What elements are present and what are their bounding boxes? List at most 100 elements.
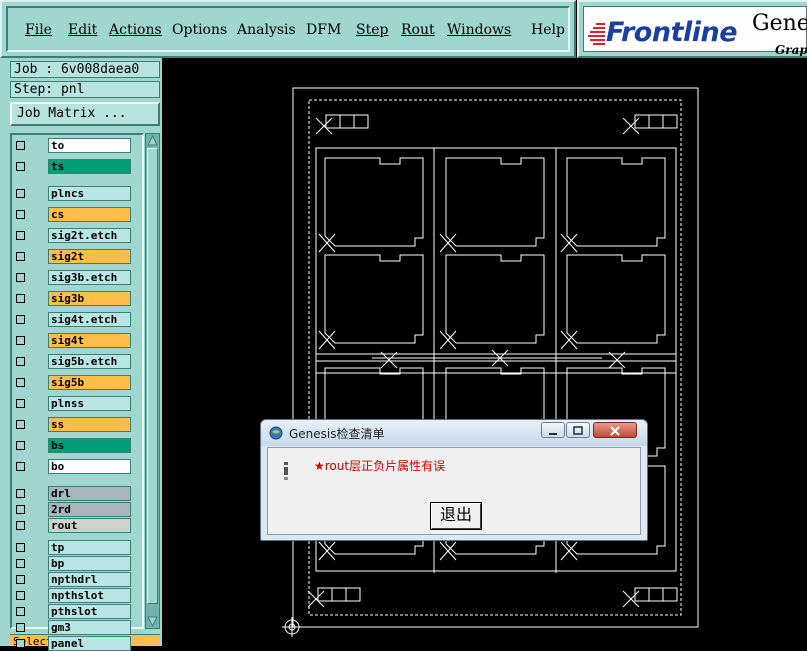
layer-name[interactable]: ts: [48, 159, 131, 174]
scroll-up-arrow-icon[interactable]: [147, 135, 158, 146]
layer-row-bs[interactable]: bs: [14, 438, 132, 453]
layer-name[interactable]: to: [48, 138, 131, 153]
layer-row-sig4t[interactable]: sig4t: [14, 333, 132, 348]
layer-checkbox[interactable]: [16, 189, 25, 198]
layer-checkbox[interactable]: [16, 420, 25, 429]
layer-name[interactable]: cs: [48, 207, 131, 222]
layer-checkbox[interactable]: [16, 575, 25, 584]
layer-row-sig3b.etch[interactable]: sig3b.etch: [14, 270, 132, 285]
layer-checkbox[interactable]: [16, 294, 25, 303]
close-button[interactable]: [593, 422, 637, 438]
menu-windows[interactable]: Windows: [447, 22, 511, 38]
layer-row-plncs[interactable]: plncs: [14, 186, 132, 201]
menu-edit[interactable]: Edit: [68, 22, 97, 38]
menu-file[interactable]: File: [25, 22, 52, 38]
layer-checkbox[interactable]: [16, 623, 25, 632]
layer-checkbox[interactable]: [16, 543, 25, 552]
scroll-down-arrow-icon[interactable]: [147, 616, 158, 627]
menu-step[interactable]: Step: [356, 22, 388, 38]
layer-row-gm3[interactable]: gm3: [14, 620, 132, 635]
scroll-thumb[interactable]: [147, 148, 158, 604]
graphic-canvas[interactable]: [162, 58, 807, 646]
layer-checkbox[interactable]: [16, 639, 25, 648]
layer-row-sig2t[interactable]: sig2t: [14, 249, 132, 264]
layer-checkbox[interactable]: [16, 462, 25, 471]
layer-name[interactable]: panel: [48, 636, 131, 651]
layer-name[interactable]: sig4t.etch: [48, 312, 131, 327]
layer-row-pthslot[interactable]: pthslot: [14, 604, 132, 619]
layer-row-to[interactable]: to: [14, 138, 132, 153]
layer-row-tp[interactable]: tp: [14, 540, 132, 555]
layer-row-ss[interactable]: ss: [14, 417, 132, 432]
menu-rout[interactable]: Rout: [401, 22, 435, 38]
layer-row-drl[interactable]: drl: [14, 486, 132, 501]
layer-row-sig3b[interactable]: sig3b: [14, 291, 132, 306]
layer-name[interactable]: rout: [48, 518, 131, 533]
layer-checkbox[interactable]: [16, 357, 25, 366]
layer-checkbox[interactable]: [16, 141, 25, 150]
layer-row-sig5b.etch[interactable]: sig5b.etch: [14, 354, 132, 369]
layer-name[interactable]: sig4t: [48, 333, 131, 348]
menu-options[interactable]: Options: [172, 22, 227, 38]
exit-button[interactable]: 退出: [430, 502, 482, 530]
job-matrix-button[interactable]: Job Matrix ...: [10, 102, 160, 126]
layer-name[interactable]: pthslot: [48, 604, 131, 619]
layer-name[interactable]: sig3b: [48, 291, 131, 306]
menu-actions[interactable]: Actions: [109, 22, 162, 38]
layer-row-panel[interactable]: panel: [14, 636, 132, 651]
layer-name[interactable]: sig2t.etch: [48, 228, 131, 243]
layer-name[interactable]: 2rd: [48, 502, 131, 517]
menu-dfm[interactable]: DFM: [306, 22, 341, 38]
layer-row-sig5b[interactable]: sig5b: [14, 375, 132, 390]
layer-checkbox[interactable]: [16, 231, 25, 240]
layer-name[interactable]: gm3: [48, 620, 131, 635]
layer-row-cs[interactable]: cs: [14, 207, 132, 222]
layer-checkbox[interactable]: [16, 210, 25, 219]
layer-name[interactable]: ss: [48, 417, 131, 432]
info-icon: [284, 462, 288, 480]
layer-checkbox[interactable]: [16, 162, 25, 171]
layer-name[interactable]: npthslot: [48, 588, 131, 603]
maximize-button[interactable]: [566, 422, 590, 438]
layer-name[interactable]: bp: [48, 556, 131, 571]
layer-checkbox[interactable]: [16, 441, 25, 450]
layer-checkbox[interactable]: [16, 607, 25, 616]
menu-help[interactable]: Help: [531, 22, 565, 38]
layer-checkbox[interactable]: [16, 559, 25, 568]
layer-name[interactable]: bs: [48, 438, 131, 453]
layer-name[interactable]: tp: [48, 540, 131, 555]
layer-name[interactable]: sig5b: [48, 375, 131, 390]
layer-checkbox[interactable]: [16, 378, 25, 387]
layer-row-sig4t.etch[interactable]: sig4t.etch: [14, 312, 132, 327]
layer-row-plnss[interactable]: plnss: [14, 396, 132, 411]
layer-row-rout[interactable]: rout: [14, 518, 132, 533]
layer-checkbox[interactable]: [16, 273, 25, 282]
layer-row-npthslot[interactable]: npthslot: [14, 588, 132, 603]
layer-row-2rd[interactable]: 2rd: [14, 502, 132, 517]
dialog-titlebar[interactable]: Genesis检查清单: [261, 420, 647, 446]
layer-name[interactable]: plnss: [48, 396, 131, 411]
layer-checkbox[interactable]: [16, 336, 25, 345]
layer-row-bo[interactable]: bo: [14, 459, 132, 474]
layer-name[interactable]: npthdrl: [48, 572, 131, 587]
layer-name[interactable]: drl: [48, 486, 131, 501]
layer-row-ts[interactable]: ts: [14, 159, 132, 174]
layer-name[interactable]: bo: [48, 459, 131, 474]
layer-name[interactable]: sig3b.etch: [48, 270, 131, 285]
layer-name[interactable]: sig5b.etch: [48, 354, 131, 369]
minimize-button[interactable]: [541, 422, 565, 438]
layer-checkbox[interactable]: [16, 505, 25, 514]
layer-row-sig2t.etch[interactable]: sig2t.etch: [14, 228, 132, 243]
layer-row-bp[interactable]: bp: [14, 556, 132, 571]
menu-analysis[interactable]: Analysis: [237, 22, 296, 38]
layer-list-scrollbar[interactable]: [145, 133, 160, 629]
layer-checkbox[interactable]: [16, 591, 25, 600]
layer-checkbox[interactable]: [16, 315, 25, 324]
layer-checkbox[interactable]: [16, 252, 25, 261]
layer-checkbox[interactable]: [16, 521, 25, 530]
layer-row-npthdrl[interactable]: npthdrl: [14, 572, 132, 587]
layer-checkbox[interactable]: [16, 489, 25, 498]
layer-name[interactable]: sig2t: [48, 249, 131, 264]
layer-checkbox[interactable]: [16, 399, 25, 408]
layer-name[interactable]: plncs: [48, 186, 131, 201]
